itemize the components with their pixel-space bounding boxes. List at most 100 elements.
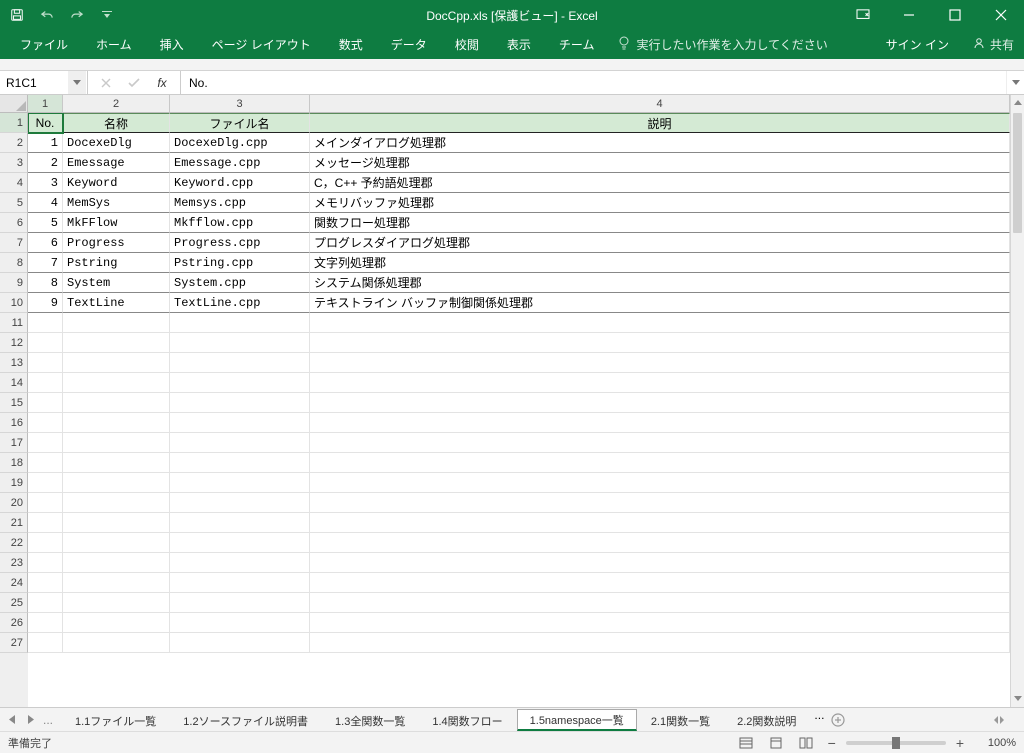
zoom-out-icon[interactable]: − — [824, 735, 840, 751]
sheet-nav-next-icon[interactable] — [22, 715, 38, 724]
new-sheet-icon[interactable] — [828, 708, 848, 731]
save-icon[interactable] — [8, 6, 26, 24]
cell-name[interactable]: DocexeDlg — [63, 133, 170, 153]
empty-cell[interactable] — [28, 433, 63, 453]
empty-cell[interactable] — [63, 493, 170, 513]
cell-desc[interactable]: メモリバッファ処理郡 — [310, 193, 1010, 213]
empty-cell[interactable] — [63, 353, 170, 373]
cell-file[interactable]: Memsys.cpp — [170, 193, 310, 213]
row-header[interactable]: 26 — [0, 613, 28, 633]
sheet-tab[interactable]: 2.1関数一覧 — [638, 709, 723, 731]
formula-expand-icon[interactable] — [1006, 71, 1024, 94]
empty-cell[interactable] — [63, 413, 170, 433]
ribbon-tab-file[interactable]: ファイル — [6, 30, 82, 59]
empty-cell[interactable] — [170, 353, 310, 373]
cell-name[interactable]: MkFFlow — [63, 213, 170, 233]
cell-desc[interactable]: テキストライン バッファ制御関係処理郡 — [310, 293, 1010, 313]
empty-cell[interactable] — [28, 513, 63, 533]
empty-cell[interactable] — [310, 493, 1010, 513]
col-header-4[interactable]: 4 — [310, 95, 1010, 113]
scroll-up-icon[interactable] — [1011, 95, 1024, 111]
empty-cell[interactable] — [63, 453, 170, 473]
empty-cell[interactable] — [28, 633, 63, 653]
row-header[interactable]: 21 — [0, 513, 28, 533]
ribbon-tab-view[interactable]: 表示 — [493, 30, 545, 59]
cells-area[interactable]: No. 名称 ファイル名 説明 1DocexeDlgDocexeDlg.cppメ… — [28, 113, 1010, 707]
row-header[interactable]: 15 — [0, 393, 28, 413]
close-icon[interactable] — [978, 0, 1024, 30]
empty-cell[interactable] — [63, 373, 170, 393]
row-header[interactable]: 16 — [0, 413, 28, 433]
empty-cell[interactable] — [170, 473, 310, 493]
empty-cell[interactable] — [28, 333, 63, 353]
sheet-tab[interactable]: 1.4関数フロー — [419, 709, 515, 731]
ribbon-tab-team[interactable]: チーム — [545, 30, 609, 59]
ribbon-tab-pagelayout[interactable]: ページ レイアウト — [198, 30, 325, 59]
row-header[interactable]: 10 — [0, 293, 28, 313]
empty-cell[interactable] — [63, 533, 170, 553]
cell-name[interactable]: Pstring — [63, 253, 170, 273]
cell-desc[interactable]: 文字列処理郡 — [310, 253, 1010, 273]
empty-cell[interactable] — [170, 613, 310, 633]
cell-file[interactable]: Mkfflow.cpp — [170, 213, 310, 233]
cell-desc[interactable]: メインダイアログ処理郡 — [310, 133, 1010, 153]
scroll-thumb[interactable] — [1013, 113, 1022, 233]
empty-cell[interactable] — [28, 313, 63, 333]
empty-cell[interactable] — [63, 613, 170, 633]
ribbon-tab-home[interactable]: ホーム — [82, 30, 146, 59]
zoom-thumb[interactable] — [892, 737, 900, 749]
cell-name[interactable]: TextLine — [63, 293, 170, 313]
empty-cell[interactable] — [310, 313, 1010, 333]
fx-icon[interactable]: fx — [148, 72, 176, 94]
scroll-down-icon[interactable] — [1011, 691, 1024, 707]
row-header[interactable]: 22 — [0, 533, 28, 553]
redo-icon[interactable] — [68, 6, 86, 24]
cell-desc[interactable]: メッセージ処理郡 — [310, 153, 1010, 173]
col-header-1[interactable]: 1 — [28, 95, 63, 113]
row-header[interactable]: 1 — [0, 113, 28, 133]
empty-cell[interactable] — [170, 433, 310, 453]
ribbon-tab-data[interactable]: データ — [377, 30, 441, 59]
zoom-slider[interactable] — [846, 741, 946, 745]
row-header[interactable]: 12 — [0, 333, 28, 353]
row-header[interactable]: 25 — [0, 593, 28, 613]
empty-cell[interactable] — [170, 373, 310, 393]
sheet-nav-prev-icon[interactable] — [4, 715, 20, 724]
cell-desc[interactable]: システム関係処理郡 — [310, 273, 1010, 293]
empty-cell[interactable] — [310, 473, 1010, 493]
zoom-percent[interactable]: 100% — [974, 737, 1016, 749]
cell-no[interactable]: 3 — [28, 173, 63, 193]
name-box[interactable] — [0, 71, 88, 94]
cell-file[interactable]: Keyword.cpp — [170, 173, 310, 193]
row-header[interactable]: 11 — [0, 313, 28, 333]
empty-cell[interactable] — [170, 553, 310, 573]
empty-cell[interactable] — [310, 353, 1010, 373]
empty-cell[interactable] — [170, 453, 310, 473]
minimize-icon[interactable] — [886, 0, 932, 30]
sheet-tab[interactable]: 2.2関数説明 — [724, 709, 809, 731]
view-page-layout-icon[interactable] — [764, 734, 788, 752]
cell-desc[interactable]: プログレスダイアログ処理郡 — [310, 233, 1010, 253]
empty-cell[interactable] — [63, 513, 170, 533]
empty-cell[interactable] — [63, 473, 170, 493]
empty-cell[interactable] — [63, 393, 170, 413]
row-header[interactable]: 24 — [0, 573, 28, 593]
cell-file[interactable]: Emessage.cpp — [170, 153, 310, 173]
tell-me[interactable]: 実行したい作業を入力してください — [608, 30, 837, 59]
empty-cell[interactable] — [310, 593, 1010, 613]
row-header[interactable]: 18 — [0, 453, 28, 473]
row-header[interactable]: 9 — [0, 273, 28, 293]
empty-cell[interactable] — [310, 433, 1010, 453]
header-name[interactable]: 名称 — [63, 113, 170, 133]
row-header[interactable]: 19 — [0, 473, 28, 493]
empty-cell[interactable] — [63, 333, 170, 353]
header-no[interactable]: No. — [28, 113, 63, 133]
empty-cell[interactable] — [28, 473, 63, 493]
column-headers[interactable]: 1 2 3 4 — [28, 95, 1010, 113]
cell-no[interactable]: 1 — [28, 133, 63, 153]
empty-cell[interactable] — [310, 373, 1010, 393]
empty-cell[interactable] — [170, 633, 310, 653]
name-box-input[interactable] — [0, 74, 68, 92]
empty-cell[interactable] — [310, 513, 1010, 533]
row-header[interactable]: 14 — [0, 373, 28, 393]
